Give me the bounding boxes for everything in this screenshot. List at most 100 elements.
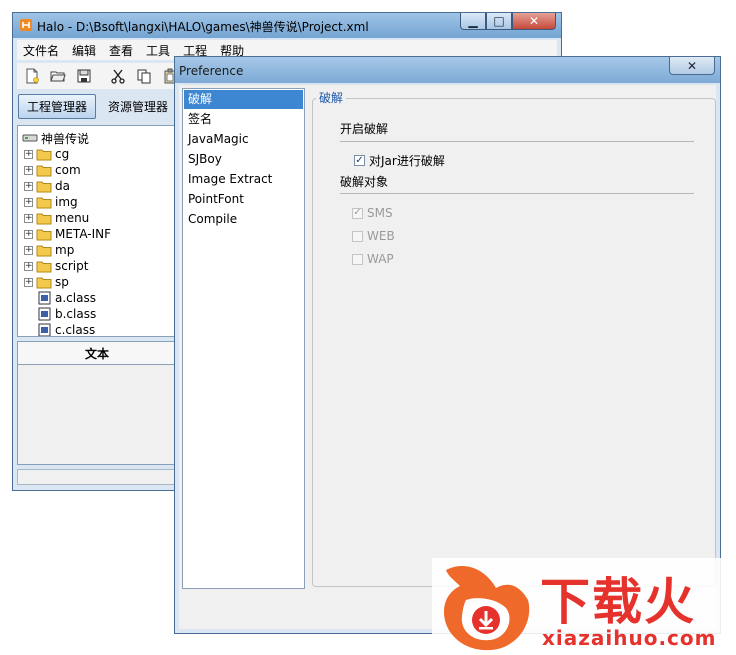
expand-toggle-icon[interactable]: + (24, 245, 33, 255)
menu-view[interactable]: 查看 (103, 42, 140, 59)
tree-folder-item[interactable]: + com (24, 162, 81, 178)
expand-toggle-icon[interactable]: + (24, 229, 33, 239)
section-crack-targets: 破解对象 (340, 175, 389, 189)
save-icon[interactable] (73, 66, 95, 86)
group-title: 破解 (316, 89, 347, 106)
tree-root-label: 神兽传说 (41, 131, 90, 146)
folder-icon (36, 163, 52, 177)
section-divider (340, 141, 694, 142)
section-enable-crack: 开启破解 (340, 122, 389, 136)
flame-logo-icon (444, 566, 530, 651)
folder-icon (36, 243, 52, 257)
category-signature[interactable]: 签名 (184, 110, 303, 129)
target-web-checkbox[interactable]: WEB (352, 229, 395, 243)
tree-folder-label: com (55, 163, 81, 177)
preference-body: 破解 签名 JavaMagic SJBoy Image Extract Poin… (179, 85, 716, 629)
expand-toggle-icon[interactable]: + (24, 197, 33, 207)
expand-toggle-icon[interactable]: + (24, 149, 33, 159)
tree-folder-item[interactable]: + script (24, 258, 88, 274)
tree-folder-item[interactable]: + img (24, 194, 78, 210)
folder-icon (36, 275, 52, 289)
crack-jar-checkbox[interactable]: ✓ 对Jar进行破解 (354, 152, 445, 169)
preference-title: Preference (179, 64, 244, 78)
menu-edit[interactable]: 编辑 (66, 42, 103, 59)
tree-file-item[interactable]: b.class (36, 306, 96, 322)
expand-toggle-icon[interactable]: + (24, 261, 33, 271)
explorer-tabs: 工程管理器 资源管理器 (17, 93, 176, 119)
main-title-bar[interactable]: Halo - D:\Bsoft\langxi\HALO\games\神兽传说\P… (13, 13, 561, 38)
checkbox-checked-icon[interactable]: ✓ (354, 155, 365, 166)
target-wap-checkbox[interactable]: WAP (352, 252, 394, 266)
watermark-domain: xiazaihuo.com (542, 626, 717, 650)
tree-folder-item[interactable]: + da (24, 178, 70, 194)
preference-close-button[interactable]: ✕ (669, 57, 715, 75)
halo-app-icon (19, 18, 33, 32)
tab-project-manager[interactable]: 工程管理器 (18, 93, 97, 119)
tree-folder-label: menu (55, 211, 90, 225)
folder-icon (36, 259, 52, 273)
expand-toggle-icon[interactable]: + (24, 165, 33, 175)
section-divider (340, 193, 694, 194)
tree-folder-item[interactable]: + cg (24, 146, 69, 162)
maximize-button[interactable]: □ (486, 13, 512, 30)
menu-file[interactable]: 文件名 (17, 42, 66, 59)
folder-icon (36, 147, 52, 161)
expand-toggle-icon[interactable]: + (24, 277, 33, 287)
tree-file-label: a.class (55, 291, 96, 305)
tree-folder-label: script (55, 259, 89, 273)
new-file-icon[interactable] (21, 66, 43, 86)
tree-file-label: c.class (55, 323, 96, 337)
tree-folder-label: META-INF (55, 227, 112, 241)
category-compile[interactable]: Compile (184, 210, 303, 229)
tree-folder-item[interactable]: + menu (24, 210, 89, 226)
tree-file-item[interactable]: c.class (36, 322, 96, 337)
tree-folder-item[interactable]: + mp (24, 242, 74, 258)
text-panel: 文本 (17, 341, 177, 465)
expand-toggle-icon[interactable]: + (24, 181, 33, 191)
target-web-label: WEB (367, 229, 395, 243)
class-file-icon (36, 323, 52, 336)
open-folder-icon[interactable] (47, 66, 69, 86)
folder-icon (36, 211, 52, 225)
crack-settings-group (312, 98, 716, 587)
target-sms-checkbox[interactable]: ✓ SMS (352, 206, 393, 220)
project-tree[interactable]: 神兽传说 + cg + com + da + img + menu + META… (17, 125, 179, 337)
copy-icon[interactable] (133, 66, 155, 86)
folder-icon (36, 179, 52, 193)
class-file-icon (36, 307, 52, 321)
tab-resource-manager[interactable]: 资源管理器 (100, 95, 176, 118)
minimize-button[interactable]: ▁ (460, 13, 486, 30)
checkbox-checked-icon[interactable]: ✓ (352, 207, 363, 219)
status-bar (17, 469, 177, 485)
tree-file-item[interactable]: a.class (36, 290, 96, 306)
tree-folder-label: sp (55, 275, 69, 289)
drive-icon (22, 131, 38, 145)
tree-file-label: b.class (55, 307, 97, 321)
text-panel-header: 文本 (18, 342, 176, 365)
cut-icon[interactable] (107, 66, 129, 86)
category-sjboy[interactable]: SJBoy (184, 150, 303, 169)
close-button[interactable]: ✕ (512, 13, 556, 30)
crack-jar-label: 对Jar进行破解 (369, 154, 445, 168)
expand-toggle-icon[interactable]: + (24, 213, 33, 223)
tree-folder-label: mp (55, 243, 75, 257)
tree-root[interactable]: 神兽传说 (22, 130, 89, 146)
menu-tools[interactable]: 工具 (140, 42, 177, 59)
preference-title-bar[interactable]: Preference ✕ (175, 57, 720, 83)
main-window-title: Halo - D:\Bsoft\langxi\HALO\games\神兽传说\P… (37, 20, 369, 34)
tree-folder-item[interactable]: + sp (24, 274, 69, 290)
checkbox-empty-icon[interactable] (352, 253, 363, 265)
checkbox-empty-icon[interactable] (352, 230, 363, 242)
xiazaihuo-watermark: 下载火 xiazaihuo.com (432, 558, 736, 655)
tree-folder-label: cg (55, 147, 70, 161)
category-javamagic[interactable]: JavaMagic (184, 130, 303, 149)
category-image-extract[interactable]: Image Extract (184, 170, 303, 189)
category-pointfont[interactable]: PointFont (184, 190, 303, 209)
tree-folder-label: img (55, 195, 78, 209)
folder-icon (36, 195, 52, 209)
tree-folder-label: da (55, 179, 70, 193)
tree-folder-item[interactable]: + META-INF (24, 226, 111, 242)
preference-dialog: Preference ✕ 破解 签名 JavaMagic SJBoy Image… (174, 56, 721, 634)
preference-category-list[interactable]: 破解 签名 JavaMagic SJBoy Image Extract Poin… (182, 88, 305, 589)
category-crack[interactable]: 破解 (184, 90, 303, 109)
